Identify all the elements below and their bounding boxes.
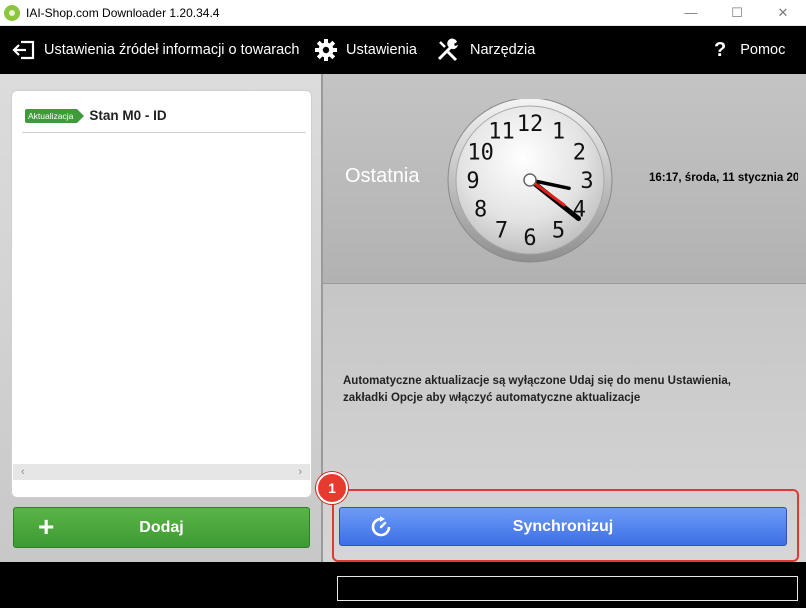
sources-pane: Aktualizacja Stan M0 - ID ‹ › + Dodaj bbox=[0, 74, 321, 562]
clock-number: 2 bbox=[573, 141, 586, 166]
callout-number-badge: 1 bbox=[316, 472, 348, 504]
clock-number: 6 bbox=[523, 226, 536, 251]
scroll-left-arrow-icon[interactable]: ‹ bbox=[21, 464, 25, 480]
title-bar: IAI-Shop.com Downloader 1.20.34.4 — ☐ ✕ bbox=[0, 0, 806, 26]
clock-number: 8 bbox=[474, 198, 487, 223]
sources-settings-label: Ustawienia źródeł informacji o towarach bbox=[44, 42, 300, 58]
settings-menu[interactable]: Ustawienia bbox=[314, 26, 417, 74]
clock-number: 12 bbox=[517, 112, 544, 137]
tools-icon bbox=[437, 38, 458, 62]
help-label: Pomoc bbox=[740, 42, 786, 58]
clock-icon: 12 1234567891011 bbox=[447, 99, 613, 263]
refresh-icon bbox=[371, 516, 391, 537]
list-item[interactable]: Aktualizacja Stan M0 - ID bbox=[22, 99, 306, 133]
add-button[interactable]: + Dodaj bbox=[13, 507, 310, 548]
synchronize-button-label: Synchronizuj bbox=[512, 517, 614, 535]
add-button-label: Dodaj bbox=[139, 518, 184, 536]
app-logo-icon bbox=[4, 5, 20, 21]
minimize-button[interactable]: — bbox=[668, 0, 714, 26]
sign-in-icon bbox=[12, 40, 35, 60]
sources-settings-menu[interactable]: Ustawienia źródeł informacji o towarach bbox=[12, 26, 299, 74]
tools-label: Narzędzia bbox=[470, 42, 536, 58]
status-field bbox=[337, 576, 798, 601]
tools-menu[interactable]: Narzędzia bbox=[436, 26, 535, 74]
settings-label: Ustawienia bbox=[346, 42, 417, 58]
horizontal-scrollbar[interactable]: ‹ › bbox=[13, 464, 310, 480]
last-update-label: Ostatnia bbox=[345, 165, 420, 187]
list-item-label: Stan M0 - ID bbox=[89, 108, 167, 123]
clock-number: 7 bbox=[495, 218, 508, 243]
clock-number: 1 bbox=[552, 120, 565, 145]
last-update-time: 16:17, środa, 11 stycznia 2017 bbox=[649, 172, 798, 184]
maximize-button[interactable]: ☐ bbox=[714, 0, 760, 26]
help-menu[interactable]: ? Pomoc bbox=[714, 26, 785, 74]
gear-icon bbox=[315, 39, 337, 61]
auto-update-message: Automatyczne aktualizacje są wyłączone U… bbox=[343, 375, 731, 404]
main-toolbar: Ustawienia źródeł informacji o towarach … bbox=[0, 26, 806, 74]
status-bar bbox=[0, 562, 806, 608]
close-button[interactable]: ✕ bbox=[760, 0, 806, 26]
question-icon: ? bbox=[714, 38, 727, 61]
clock-number: 3 bbox=[580, 169, 593, 194]
window-title: IAI-Shop.com Downloader 1.20.34.4 bbox=[26, 6, 220, 20]
clock-number: 9 bbox=[466, 169, 479, 194]
sources-list[interactable]: Aktualizacja Stan M0 - ID ‹ › bbox=[11, 90, 312, 498]
status-badge: Aktualizacja bbox=[25, 108, 85, 123]
synchronize-button[interactable]: Synchronizuj bbox=[339, 507, 787, 546]
clock-number: 5 bbox=[552, 218, 565, 243]
scroll-right-arrow-icon[interactable]: › bbox=[298, 464, 302, 480]
clock-number: 11 bbox=[488, 120, 515, 145]
plus-icon: + bbox=[38, 511, 55, 542]
